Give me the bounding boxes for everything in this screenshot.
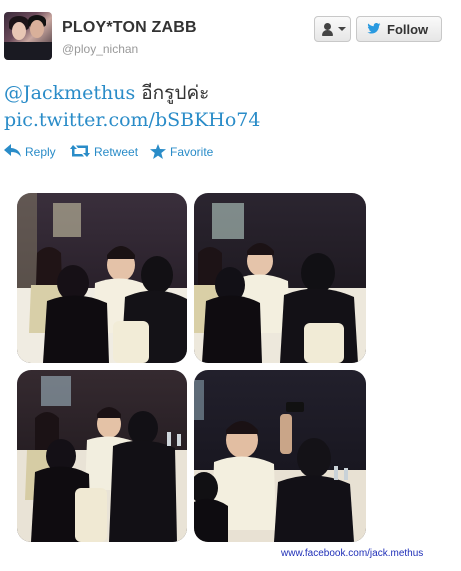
photo-4[interactable]	[194, 370, 366, 542]
photo-1[interactable]	[17, 193, 187, 363]
tweet-text: @Jackmethus อีกรูปค่ะ pic.twitter.com/bS…	[4, 80, 444, 134]
star-icon	[150, 144, 166, 159]
photo-2[interactable]	[194, 193, 366, 363]
twitter-bird-icon	[367, 23, 381, 34]
reply-icon	[4, 144, 21, 157]
follow-label: Follow	[387, 22, 429, 37]
caret-down-icon	[338, 27, 346, 31]
screen-name[interactable]: @ploy_nichan	[62, 42, 138, 56]
user-icon	[324, 23, 331, 30]
photo-3[interactable]	[17, 370, 187, 542]
user-dropdown-button[interactable]	[314, 16, 351, 42]
retweet-icon	[70, 145, 90, 157]
tweet-body: อีกรูปค่ะ	[135, 82, 210, 104]
display-name[interactable]: PLOY*TON ZABB	[62, 19, 197, 37]
media-link[interactable]: pic.twitter.com/bSBKHo74	[4, 109, 260, 131]
facebook-credit: www.facebook.com/jack.methus	[281, 548, 424, 559]
mention-link[interactable]: @Jackmethus	[4, 82, 135, 104]
follow-button[interactable]: Follow	[356, 16, 442, 42]
user-avatar[interactable]	[4, 12, 52, 60]
